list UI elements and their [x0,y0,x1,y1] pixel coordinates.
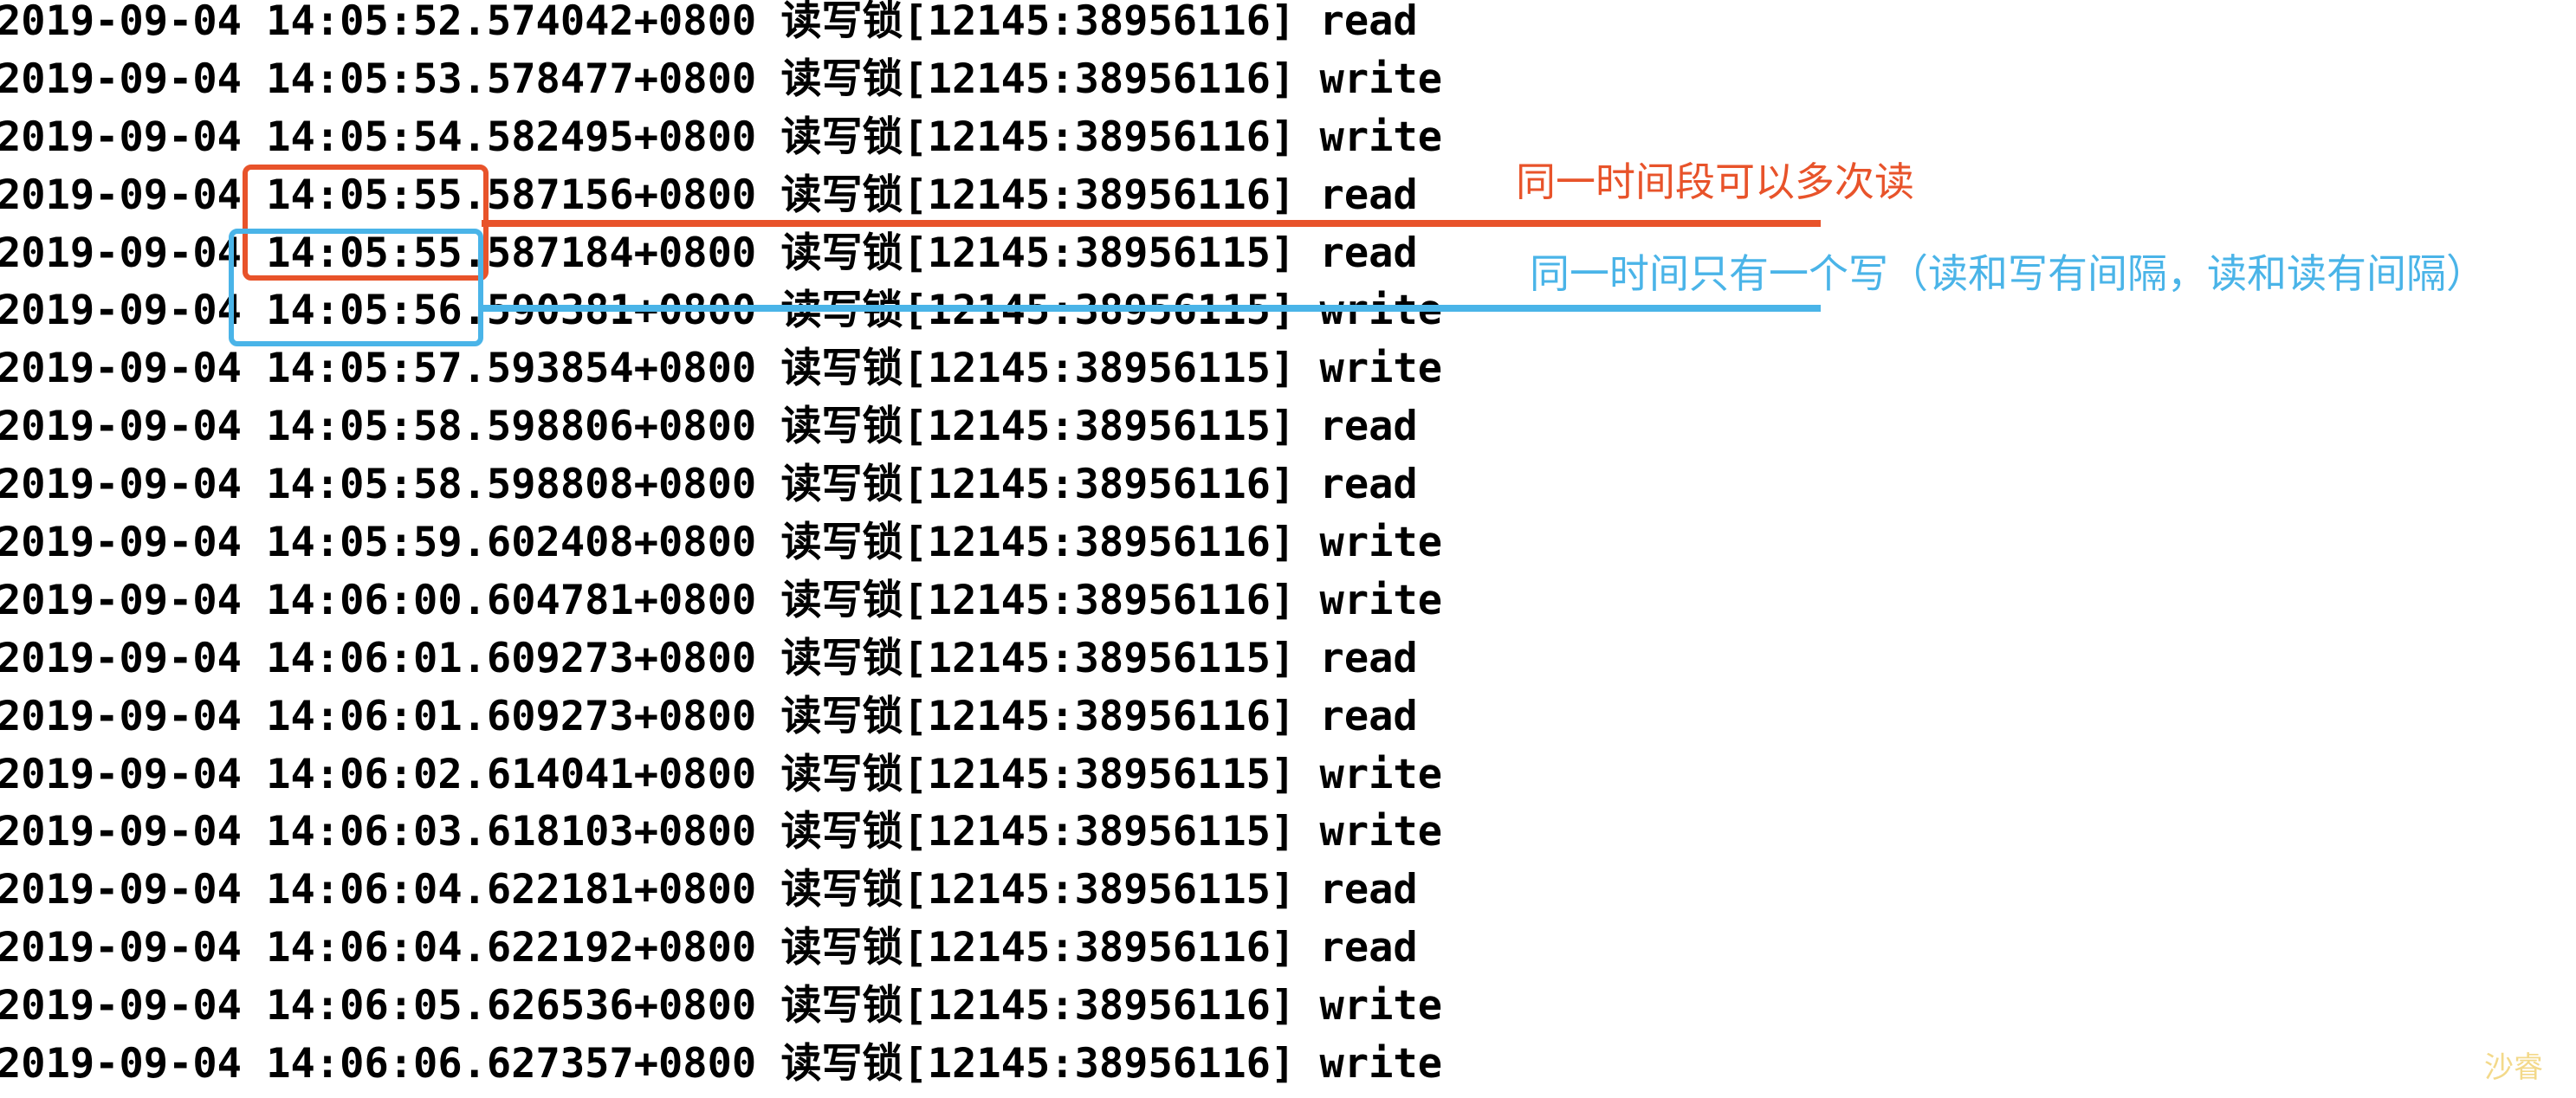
log-op: read [1319,403,1418,451]
log-label: 读写锁[12145:38956116] [780,113,1296,161]
log-op: read [1319,924,1418,972]
log-op: read [1319,692,1418,740]
log-date: 2019-09-04 [0,576,242,624]
log-date: 2019-09-04 [0,924,242,972]
log-line: 2019-09-04 14:05:57.593854+0800 读写锁[1214… [0,340,1442,398]
log-line: 2019-09-04 14:06:04.622181+0800 读写锁[1214… [0,862,1442,920]
log-time: 14:05:58.598806+0800 [266,403,757,451]
log-line: 2019-09-04 14:05:58.598808+0800 读写锁[1214… [0,456,1442,514]
write-annotation: 同一时间只有一个写（读和写有间隔，读和读有间隔） [1530,250,2486,297]
log-date: 2019-09-04 [0,461,242,509]
log-op: write [1319,576,1443,624]
console-log: 2019-09-04 14:05:52.574042+0800 读写锁[1214… [0,0,1442,1094]
log-label: 读写锁[12145:38956115] [780,808,1296,856]
log-time: 14:06:01.609273+0800 [266,634,757,682]
log-label: 读写锁[12145:38956116] [780,924,1296,972]
log-label: 读写锁[12145:38956115] [780,866,1296,914]
watermark: 沙睿 [2484,1050,2543,1085]
log-op: write [1319,982,1443,1030]
log-op: read [1319,634,1418,682]
log-label: 读写锁[12145:38956115] [780,750,1296,798]
log-date: 2019-09-04 [0,229,242,277]
log-date: 2019-09-04 [0,866,242,914]
read-highlight-connector [482,220,1821,227]
log-label: 读写锁[12145:38956116] [780,692,1296,740]
log-date: 2019-09-04 [0,634,242,682]
log-time: 14:06:05.626536+0800 [266,982,757,1030]
log-time: 14:06:04.622192+0800 [266,924,757,972]
log-date: 2019-09-04 [0,171,242,219]
log-op: write [1319,1040,1443,1088]
log-line: 2019-09-04 14:05:55.587184+0800 读写锁[1214… [0,225,1442,283]
log-line: 2019-09-04 14:05:52.574042+0800 读写锁[1214… [0,0,1442,51]
log-label: 读写锁[12145:38956115] [780,345,1296,393]
log-op: write [1319,519,1443,567]
log-date: 2019-09-04 [0,982,242,1030]
log-time: 14:06:00.604781+0800 [266,576,757,624]
log-label: 读写锁[12145:38956116] [780,0,1296,45]
log-line: 2019-09-04 14:06:00.604781+0800 读写锁[1214… [0,572,1442,630]
log-op: write [1319,808,1443,856]
log-label: 读写锁[12145:38956116] [780,982,1296,1030]
log-op: read [1319,461,1418,509]
log-time: 14:05:57.593854+0800 [266,345,757,393]
log-label: 读写锁[12145:38956116] [780,576,1296,624]
log-time: 14:05:52.574042+0800 [266,0,757,45]
log-label: 读写锁[12145:38956116] [780,1040,1296,1088]
log-date: 2019-09-04 [0,55,242,103]
log-op: write [1319,113,1443,161]
log-time: 14:05:58.598808+0800 [266,461,757,509]
log-label: 读写锁[12145:38956115] [780,634,1296,682]
log-date: 2019-09-04 [0,113,242,161]
log-line: 2019-09-04 14:06:01.609273+0800 读写锁[1214… [0,630,1442,688]
read-annotation: 同一时间段可以多次读 [1516,158,1914,205]
log-line: 2019-09-04 14:06:02.614041+0800 读写锁[1214… [0,746,1442,804]
log-line: 2019-09-04 14:06:03.618103+0800 读写锁[1214… [0,804,1442,862]
log-op: read [1319,0,1418,45]
log-time: 14:06:01.609273+0800 [266,692,757,740]
log-date: 2019-09-04 [0,692,242,740]
screenshot-canvas: 2019-09-04 14:05:52.574042+0800 读写锁[1214… [0,0,2576,1098]
log-label: 读写锁[12145:38956116] [780,171,1296,219]
log-date: 2019-09-04 [0,345,242,393]
log-date: 2019-09-04 [0,750,242,798]
log-date: 2019-09-04 [0,403,242,451]
log-time: 14:05:53.578477+0800 [266,55,757,103]
log-op: write [1319,345,1443,393]
log-line: 2019-09-04 14:06:01.609273+0800 读写锁[1214… [0,688,1442,746]
log-op: write [1319,750,1443,798]
log-line: 2019-09-04 14:06:04.622192+0800 读写锁[1214… [0,920,1442,978]
log-line: 2019-09-04 14:05:58.598806+0800 读写锁[1214… [0,398,1442,456]
log-date: 2019-09-04 [0,519,242,567]
log-line: 2019-09-04 14:06:06.627357+0800 读写锁[1214… [0,1036,1442,1094]
log-time: 14:06:02.614041+0800 [266,750,757,798]
log-op: read [1319,866,1418,914]
log-label: 读写锁[12145:38956116] [780,519,1296,567]
log-op: write [1319,55,1443,103]
log-time: 14:05:59.602408+0800 [266,519,757,567]
log-line: 2019-09-04 14:05:53.578477+0800 读写锁[1214… [0,51,1442,109]
log-label: 读写锁[12145:38956115] [780,229,1296,277]
write-highlight-box [229,229,483,346]
log-time: 14:06:03.618103+0800 [266,808,757,856]
log-line: 2019-09-04 14:05:59.602408+0800 读写锁[1214… [0,514,1442,572]
log-line: 2019-09-04 14:06:05.626536+0800 读写锁[1214… [0,978,1442,1036]
log-line: 2019-09-04 14:05:55.587156+0800 读写锁[1214… [0,167,1442,225]
log-date: 2019-09-04 [0,1040,242,1088]
log-time: 14:06:04.622181+0800 [266,866,757,914]
log-date: 2019-09-04 [0,287,242,335]
log-label: 读写锁[12145:38956116] [780,461,1296,509]
log-time: 14:05:54.582495+0800 [266,113,757,161]
log-date: 2019-09-04 [0,0,242,45]
write-highlight-connector [478,305,1821,312]
log-date: 2019-09-04 [0,808,242,856]
log-label: 读写锁[12145:38956116] [780,55,1296,103]
log-op: read [1319,229,1418,277]
log-time: 14:06:06.627357+0800 [266,1040,757,1088]
log-line: 2019-09-04 14:05:54.582495+0800 读写锁[1214… [0,109,1442,167]
log-op: read [1319,171,1418,219]
log-label: 读写锁[12145:38956115] [780,403,1296,451]
